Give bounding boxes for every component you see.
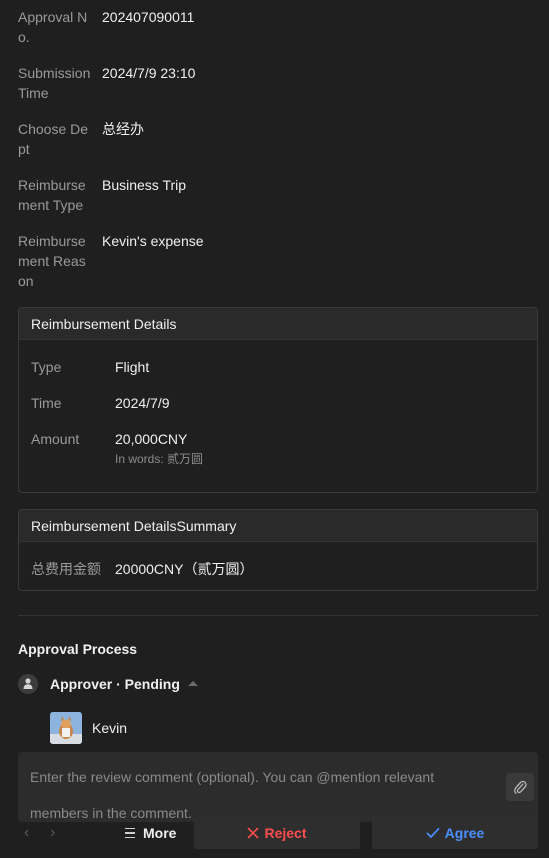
detail-label: Time	[31, 395, 62, 411]
info-row-approval-no: Approval No. 202407090011	[18, 7, 528, 47]
user-icon	[18, 674, 38, 694]
info-value: Kevin's expense	[102, 233, 204, 249]
paperclip-icon	[514, 780, 527, 794]
reject-label: Reject	[264, 825, 307, 841]
approval-process-title: Approval Process	[18, 641, 138, 657]
info-label: Approval No.	[18, 9, 88, 45]
info-row-reimbursement-reason: Reimbursement Reason Kevin's expense	[18, 231, 528, 291]
divider	[18, 615, 538, 616]
detail-row-type: Type Flight	[31, 357, 531, 377]
reimbursement-details-card: Reimbursement Details Type Flight Time 2…	[18, 307, 538, 493]
info-row-dept: Choose Dept 总经办	[18, 119, 528, 159]
agree-button[interactable]: Agree	[372, 817, 538, 849]
detail-label: Amount	[31, 431, 80, 447]
avatar	[50, 712, 82, 744]
info-row-reimbursement-type: Reimbursement Type Business Trip	[18, 175, 528, 215]
more-button[interactable]: More	[120, 820, 182, 846]
info-label: Reimbursement Reason	[18, 233, 86, 289]
next-arrow-icon[interactable]: ›	[50, 824, 55, 842]
card-title: Reimbursement DetailsSummary	[19, 510, 537, 542]
previous-arrow-icon[interactable]: ‹	[24, 824, 29, 842]
review-comment-input[interactable]: Enter the review comment (optional). You…	[18, 752, 538, 822]
caret-up-icon[interactable]	[188, 681, 198, 686]
summary-label: 总费用金额	[31, 561, 101, 577]
amount-in-words: In words: 贰万圆	[115, 452, 204, 466]
info-label: Choose Dept	[18, 121, 89, 157]
info-value: 总经办	[102, 121, 144, 137]
detail-row-amount: Amount 20,000CNY In words: 贰万圆	[31, 429, 531, 469]
approver-person: Kevin	[50, 712, 250, 744]
reject-button[interactable]: Reject	[194, 817, 360, 849]
card-title: Reimbursement Details	[19, 308, 537, 340]
agree-label: Agree	[444, 825, 485, 841]
info-value: 202407090011	[102, 9, 195, 25]
more-label: More	[143, 825, 177, 841]
detail-label: Type	[31, 359, 62, 375]
detail-value: 20,000CNY	[115, 431, 188, 447]
summary-value: 20000CNY（贰万圆）	[115, 561, 254, 577]
attachment-button[interactable]	[506, 773, 534, 801]
check-icon	[426, 827, 440, 838]
approver-status: Approver · Pending	[50, 676, 180, 692]
menu-icon	[125, 828, 135, 838]
info-value: Business Trip	[102, 177, 187, 193]
info-label: Submission Time	[18, 65, 91, 101]
approver-node[interactable]: Approver · Pending	[18, 674, 318, 694]
summary-row: 总费用金额 20000CNY（贰万圆）	[31, 559, 531, 579]
approval-detail-page: Approval No. 202407090011 Submission Tim…	[0, 0, 549, 858]
reimbursement-summary-card: Reimbursement DetailsSummary 总费用金额 20000…	[18, 509, 538, 591]
close-icon	[248, 827, 259, 839]
info-row-submission-time: Submission Time 2024/7/9 23:10	[18, 63, 528, 103]
info-value: 2024/7/9 23:10	[102, 65, 196, 81]
detail-value: Flight	[115, 359, 150, 375]
approver-name: Kevin	[92, 720, 128, 736]
info-label: Reimbursement Type	[18, 177, 86, 213]
detail-row-time: Time 2024/7/9	[31, 393, 531, 413]
detail-value: 2024/7/9	[115, 395, 170, 411]
